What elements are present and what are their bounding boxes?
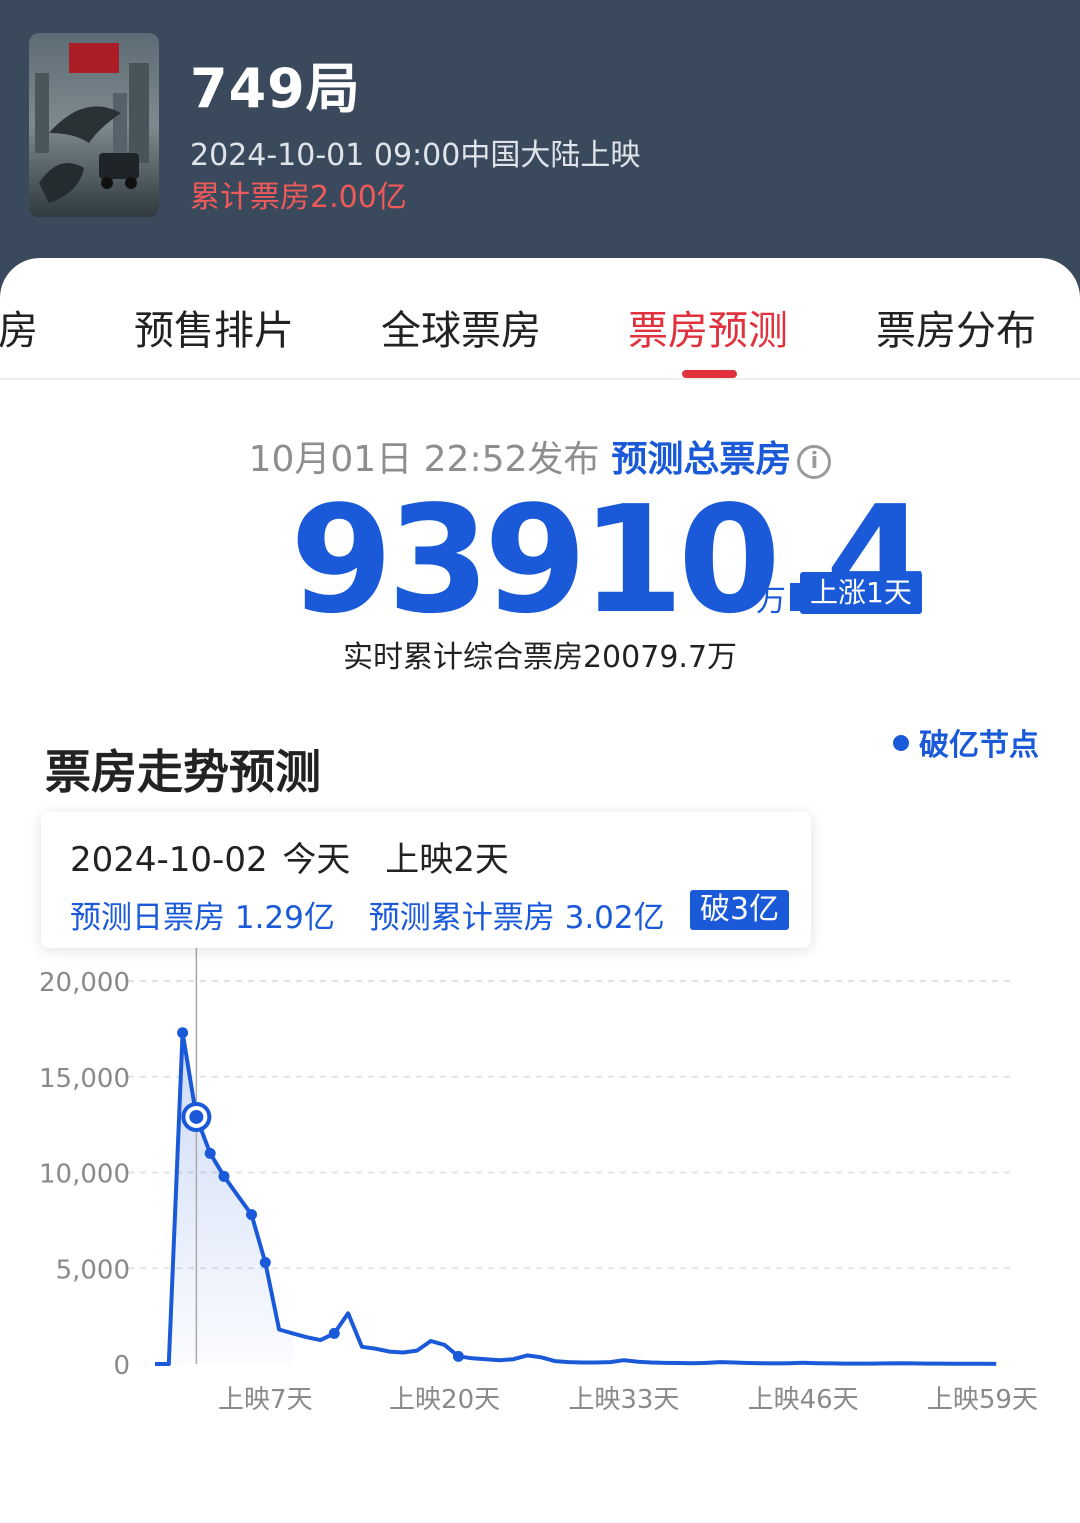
release-info: 2024-10-01 09:00中国大陆上映: [190, 138, 641, 173]
legend-label: 破亿节点: [919, 728, 1039, 763]
tooltip-badge: 破3亿: [690, 890, 790, 930]
header: 749局 2024-10-01 09:00中国大陆上映 累计票房2.00亿: [0, 0, 1080, 300]
tooltip-date-line: 2024-10-02 今天 上映2天: [70, 832, 509, 881]
data-point: [246, 1209, 258, 1221]
tab-forecast[interactable]: 票房预测: [628, 298, 788, 356]
cumulative-box-office: 累计票房2.00亿: [190, 180, 407, 215]
tooltip-days: 上映2天: [385, 840, 509, 880]
data-point: [204, 1147, 216, 1159]
y-tick-label: 0: [113, 1351, 130, 1381]
tab-indicator: [682, 370, 737, 378]
tooltip-values: 预测日票房 1.29亿 预测累计票房 3.02亿: [70, 892, 665, 937]
content-card: 票房 预售排片 全球票房 票房预测 票房分布 10月01日 22:52发布预测总…: [0, 258, 1080, 1523]
tab-bar: 票房 预售排片 全球票房 票房预测 票房分布: [0, 258, 1080, 380]
tooltip-cumulative: 预测累计票房 3.02亿: [368, 900, 665, 936]
tab-presale[interactable]: 预售排片: [134, 298, 294, 356]
data-point: [452, 1350, 464, 1362]
tooltip-today: 今天: [282, 840, 351, 880]
tab-box-office[interactable]: 票房: [0, 298, 38, 356]
data-point: [259, 1257, 271, 1269]
trend-chart[interactable]: 20,000 15,000 10,000 5,000 0 上映7天 上映20天 上映33天 上映…: [0, 938, 1080, 1418]
series-line: [155, 1030, 997, 1366]
data-point: [177, 1027, 189, 1039]
change-badge: 上涨1天: [800, 572, 922, 614]
poster-image: [29, 33, 159, 217]
tooltip-daily: 预测日票房 1.29亿: [70, 900, 335, 936]
x-tick-label: 上映20天: [389, 1385, 500, 1415]
y-tick-label: 15,000: [39, 1064, 130, 1094]
y-tick-label: 5,000: [56, 1255, 130, 1285]
tab-global[interactable]: 全球票房: [381, 298, 541, 356]
tab-distribution[interactable]: 票房分布: [876, 298, 1036, 356]
tooltip-date: 2024-10-02: [70, 840, 268, 880]
legend-dot-icon: [893, 735, 909, 751]
y-tick-label: 10,000: [39, 1160, 130, 1190]
x-tick-label: 上映46天: [748, 1385, 859, 1415]
forecast-unit: 万: [756, 584, 786, 619]
realtime-box-office: 实时累计综合票房20079.7万: [342, 640, 738, 675]
x-tick-label: 上映33天: [568, 1385, 679, 1415]
data-point: [328, 1327, 340, 1339]
chart-tooltip: 2024-10-02 今天 上映2天 预测日票房 1.29亿 预测累计票房 3.…: [41, 812, 811, 948]
x-tick-label: 上映7天: [218, 1385, 313, 1415]
y-tick-label: 20,000: [39, 968, 130, 998]
legend: 破亿节点: [893, 720, 1039, 764]
highlight-point-center: [189, 1109, 204, 1124]
movie-poster[interactable]: [29, 33, 159, 217]
x-tick-label: 上映59天: [927, 1385, 1038, 1415]
movie-title: 749局: [190, 57, 361, 120]
trend-title: 票房走势预测: [45, 745, 321, 799]
chart-svg: 20,000 15,000 10,000 5,000 0 上映7天 上映20天 上映33天 上映…: [39, 938, 1038, 1415]
data-point: [218, 1170, 230, 1182]
